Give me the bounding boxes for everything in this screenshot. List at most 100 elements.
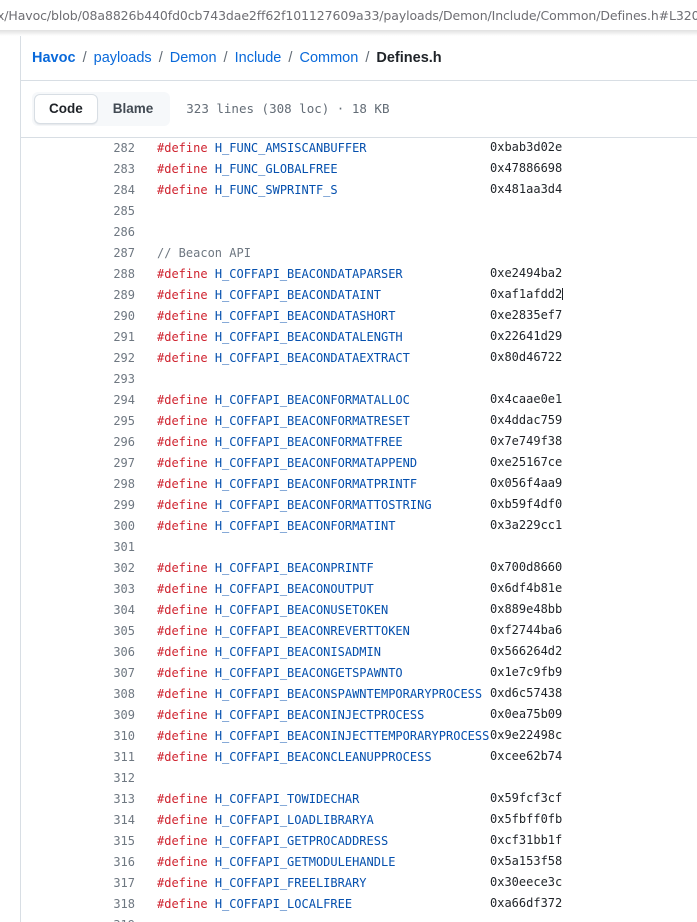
line-number[interactable]: 299	[21, 495, 145, 516]
line-content[interactable]: #define H_COFFAPI_BEACONSPAWNTEMPORARYPR…	[145, 684, 697, 705]
line-content[interactable]	[145, 369, 697, 390]
code-line[interactable]: 286	[21, 222, 697, 243]
code-identifier[interactable]: H_COFFAPI_BEACONINJECTPROCESS	[215, 708, 425, 722]
code-line[interactable]: 295 #define H_COFFAPI_BEACONFORMATRESET 0x…	[21, 411, 697, 432]
line-number[interactable]: 300	[21, 516, 145, 537]
code-line[interactable]: 306 #define H_COFFAPI_BEACONISADMIN 0x5662…	[21, 642, 697, 663]
code-identifier[interactable]: H_COFFAPI_BEACONDATALENGTH	[215, 330, 403, 344]
line-number[interactable]: 312	[21, 768, 145, 789]
code-identifier[interactable]: H_FUNC_AMSISCANBUFFER	[215, 141, 367, 155]
code-identifier[interactable]: H_COFFAPI_BEACONOUTPUT	[215, 582, 374, 596]
code-identifier[interactable]: H_COFFAPI_BEACONFORMATINT	[215, 519, 396, 533]
code-line[interactable]: 314 #define H_COFFAPI_LOADLIBRARYA 0x5fbff…	[21, 810, 697, 831]
line-number[interactable]: 309	[21, 705, 145, 726]
line-content[interactable]: #define H_COFFAPI_BEACONFORMATFREE 0x7e74…	[145, 432, 697, 453]
code-identifier[interactable]: H_COFFAPI_BEACONISADMIN	[215, 645, 381, 659]
code-line[interactable]: 301	[21, 537, 697, 558]
line-content[interactable]: #define H_COFFAPI_BEACONFORMATAPPEND 0xe2…	[145, 453, 697, 474]
code-line[interactable]: 315 #define H_COFFAPI_GETPROCADDRESS 0xcf3…	[21, 831, 697, 852]
breadcrumb-demon[interactable]: Demon	[170, 50, 217, 66]
code-identifier[interactable]: H_FUNC_SWPRINTF_S	[215, 183, 338, 197]
line-content[interactable]: #define H_FUNC_GLOBALFREE 0x47886698	[145, 159, 697, 180]
line-content[interactable]: #define H_COFFAPI_BEACONOUTPUT 0x6df4b81e	[145, 579, 697, 600]
code-line[interactable]: 283 #define H_FUNC_GLOBALFREE 0x47886698	[21, 159, 697, 180]
code-line[interactable]: 304 #define H_COFFAPI_BEACONUSETOKEN 0x889…	[21, 600, 697, 621]
line-number[interactable]: 285	[21, 201, 145, 222]
line-content[interactable]: #define H_COFFAPI_BEACONDATALENGTH 0x2264…	[145, 327, 697, 348]
code-line[interactable]: 312	[21, 768, 697, 789]
line-number[interactable]: 282	[21, 138, 145, 159]
line-content[interactable]: // Beacon API	[145, 243, 697, 264]
code-line[interactable]: 308 #define H_COFFAPI_BEACONSPAWNTEMPORAR…	[21, 684, 697, 705]
breadcrumb-common[interactable]: Common	[299, 50, 358, 66]
breadcrumb-include[interactable]: Include	[235, 50, 282, 66]
line-content[interactable]: #define H_COFFAPI_BEACONINJECTPROCESS 0x0…	[145, 705, 697, 726]
code-identifier[interactable]: H_COFFAPI_BEACONFORMATALLOC	[215, 393, 410, 407]
line-content[interactable]: #define H_COFFAPI_BEACONFORMATINT 0x3a229…	[145, 516, 697, 537]
line-content[interactable]: #define H_COFFAPI_BEACONFORMATTOSTRING 0x…	[145, 495, 697, 516]
line-content[interactable]: #define H_COFFAPI_BEACONDATAPARSER 0xe249…	[145, 264, 697, 285]
code-line[interactable]: 299 #define H_COFFAPI_BEACONFORMATTOSTRIN…	[21, 495, 697, 516]
line-number[interactable]: 303	[21, 579, 145, 600]
code-identifier[interactable]: H_COFFAPI_GETMODULEHANDLE	[215, 855, 396, 869]
line-number[interactable]: 290	[21, 306, 145, 327]
line-content[interactable]	[145, 537, 697, 558]
code-identifier[interactable]: H_COFFAPI_BEACONDATAEXTRACT	[215, 351, 410, 365]
breadcrumb-repo[interactable]: Havoc	[32, 50, 76, 66]
line-number[interactable]: 284	[21, 180, 145, 201]
code-line[interactable]: 319	[21, 915, 697, 922]
code-line[interactable]: 297 #define H_COFFAPI_BEACONFORMATAPPEND 0…	[21, 453, 697, 474]
line-number[interactable]: 316	[21, 852, 145, 873]
code-identifier[interactable]: H_COFFAPI_LOCALFREE	[215, 897, 352, 911]
code-identifier[interactable]: H_COFFAPI_FREELIBRARY	[215, 876, 367, 890]
line-number[interactable]: 289	[21, 285, 145, 306]
code-line[interactable]: 291 #define H_COFFAPI_BEACONDATALENGTH 0x2…	[21, 327, 697, 348]
line-content[interactable]: #define H_COFFAPI_BEACONPRINTF 0x700d8660	[145, 558, 697, 579]
code-line[interactable]: 311 #define H_COFFAPI_BEACONCLEANUPPROCES…	[21, 747, 697, 768]
line-content[interactable]: #define H_COFFAPI_BEACONDATASHORT 0xe2835…	[145, 306, 697, 327]
browser-url-bar[interactable]: x/Havoc/blob/08a8826b440fd0cb743dae2ff62…	[0, 0, 697, 30]
line-number[interactable]: 283	[21, 159, 145, 180]
line-number[interactable]: 293	[21, 369, 145, 390]
line-content[interactable]: #define H_COFFAPI_BEACONDATAINT 0xaf1afdd…	[145, 285, 697, 306]
line-content[interactable]: #define H_COFFAPI_FREELIBRARY 0x30eece3c	[145, 873, 697, 894]
line-number[interactable]: 314	[21, 810, 145, 831]
code-line[interactable]: 298 #define H_COFFAPI_BEACONFORMATPRINTF 0…	[21, 474, 697, 495]
line-content[interactable]: #define H_COFFAPI_GETMODULEHANDLE 0x5a153…	[145, 852, 697, 873]
line-number[interactable]: 307	[21, 663, 145, 684]
line-number[interactable]: 315	[21, 831, 145, 852]
line-content[interactable]: #define H_COFFAPI_BEACONISADMIN 0x566264d…	[145, 642, 697, 663]
line-number[interactable]: 302	[21, 558, 145, 579]
line-number[interactable]: 318	[21, 894, 145, 915]
code-line[interactable]: 296 #define H_COFFAPI_BEACONFORMATFREE 0x7…	[21, 432, 697, 453]
line-content[interactable]: #define H_COFFAPI_LOADLIBRARYA 0x5fbff0fb	[145, 810, 697, 831]
line-content[interactable]: #define H_FUNC_AMSISCANBUFFER 0xbab3d02e	[145, 138, 697, 159]
line-number[interactable]: 297	[21, 453, 145, 474]
code-line[interactable]: 317 #define H_COFFAPI_FREELIBRARY 0x30eece…	[21, 873, 697, 894]
code-identifier[interactable]: H_COFFAPI_LOADLIBRARYA	[215, 813, 374, 827]
code-line[interactable]: 305 #define H_COFFAPI_BEACONREVERTTOKEN 0x…	[21, 621, 697, 642]
code-identifier[interactable]: H_COFFAPI_BEACONFORMATFREE	[215, 435, 403, 449]
code-line[interactable]: 289 #define H_COFFAPI_BEACONDATAINT 0xaf1a…	[21, 285, 697, 306]
code-identifier[interactable]: H_COFFAPI_BEACONFORMATPRINTF	[215, 477, 417, 491]
line-content[interactable]: #define H_COFFAPI_LOCALFREE 0xa66df372	[145, 894, 697, 915]
line-number[interactable]: 298	[21, 474, 145, 495]
line-number[interactable]: 304	[21, 600, 145, 621]
code-line[interactable]: 310 #define H_COFFAPI_BEACONINJECTTEMPORA…	[21, 726, 697, 747]
code-identifier[interactable]: H_COFFAPI_BEACONPRINTF	[215, 561, 374, 575]
code-identifier[interactable]: H_COFFAPI_BEACONCLEANUPPROCESS	[215, 750, 432, 764]
code-identifier[interactable]: H_COFFAPI_BEACONREVERTTOKEN	[215, 624, 410, 638]
tab-blame[interactable]: Blame	[98, 94, 169, 124]
code-identifier[interactable]: H_FUNC_GLOBALFREE	[215, 162, 338, 176]
line-number[interactable]: 305	[21, 621, 145, 642]
code-line[interactable]: 285	[21, 201, 697, 222]
line-number[interactable]: 287	[21, 243, 145, 264]
line-number[interactable]: 301	[21, 537, 145, 558]
code-identifier[interactable]: H_COFFAPI_BEACONFORMATTOSTRING	[215, 498, 432, 512]
code-line[interactable]: 284 #define H_FUNC_SWPRINTF_S 0x481aa3d4	[21, 180, 697, 201]
code-identifier[interactable]: H_COFFAPI_BEACONSPAWNTEMPORARYPROCESS	[215, 687, 482, 701]
line-number[interactable]: 313	[21, 789, 145, 810]
line-number[interactable]: 310	[21, 726, 145, 747]
line-content[interactable]: #define H_COFFAPI_TOWIDECHAR 0x59fcf3cf	[145, 789, 697, 810]
code-identifier[interactable]: H_COFFAPI_BEACONDATAPARSER	[215, 267, 403, 281]
